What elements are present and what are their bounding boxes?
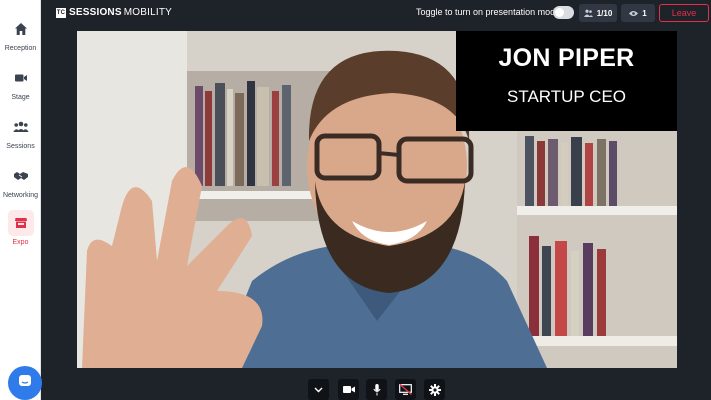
people-icon <box>583 9 593 17</box>
sidebar: Reception Stage Sessions Networking Expo <box>0 0 42 400</box>
settings-button[interactable] <box>424 379 445 400</box>
toggle-knob <box>555 8 564 17</box>
brand-name-bold: SESSIONS <box>69 7 122 18</box>
brand-logo: TC SESSIONS MOBILITY <box>56 7 172 18</box>
screen-share-icon <box>399 384 412 395</box>
handshake-icon <box>8 163 34 189</box>
sidebar-item-label: Expo <box>12 239 29 246</box>
sidebar-item-label: Networking <box>2 192 38 199</box>
sidebar-item-networking[interactable]: Networking <box>0 159 41 205</box>
sidebar-item-label: Sessions <box>6 143 35 150</box>
chevron-down-icon <box>314 387 323 392</box>
speaker-title: STARTUP CEO <box>506 87 627 106</box>
people-group-icon <box>8 114 34 140</box>
speaker-name-card: JON PIPER STARTUP CEO <box>456 31 677 131</box>
brand-mark: TC <box>56 7 66 18</box>
video-camera-icon <box>342 386 355 393</box>
booth-icon <box>7 210 34 236</box>
sidebar-item-label: Reception <box>4 45 37 52</box>
brand-name-light: MOBILITY <box>123 7 173 18</box>
microphone-icon <box>372 383 381 395</box>
sidebar-item-sessions[interactable]: Sessions <box>0 110 41 156</box>
video-camera-icon <box>8 65 34 91</box>
sidebar-item-expo[interactable]: Expo <box>0 206 41 252</box>
more-options-button[interactable] <box>308 379 329 400</box>
presentation-toggle-label: Toggle to turn on presentation mode <box>416 7 561 17</box>
attendee-count-badge[interactable]: 1/10 <box>579 4 617 22</box>
camera-toggle-button[interactable] <box>338 379 359 400</box>
home-icon <box>8 16 34 42</box>
call-controls <box>0 379 711 400</box>
leave-button[interactable]: Leave <box>659 4 709 22</box>
video-stage[interactable]: JON PIPER STARTUP CEO <box>77 31 677 368</box>
gear-icon <box>428 383 441 396</box>
attendee-count: 1/10 <box>596 8 613 18</box>
sidebar-item-stage[interactable]: Stage <box>0 61 41 107</box>
eye-icon <box>629 10 639 16</box>
view-count: 1 <box>642 8 647 18</box>
screen-share-button[interactable] <box>395 379 416 400</box>
microphone-toggle-button[interactable] <box>366 379 387 400</box>
sidebar-item-reception[interactable]: Reception <box>0 12 41 58</box>
speaker-name: JON PIPER <box>498 44 635 72</box>
presentation-mode-toggle[interactable] <box>553 6 574 19</box>
sidebar-item-label: Stage <box>11 94 30 101</box>
view-count-badge[interactable]: 1 <box>621 4 655 22</box>
